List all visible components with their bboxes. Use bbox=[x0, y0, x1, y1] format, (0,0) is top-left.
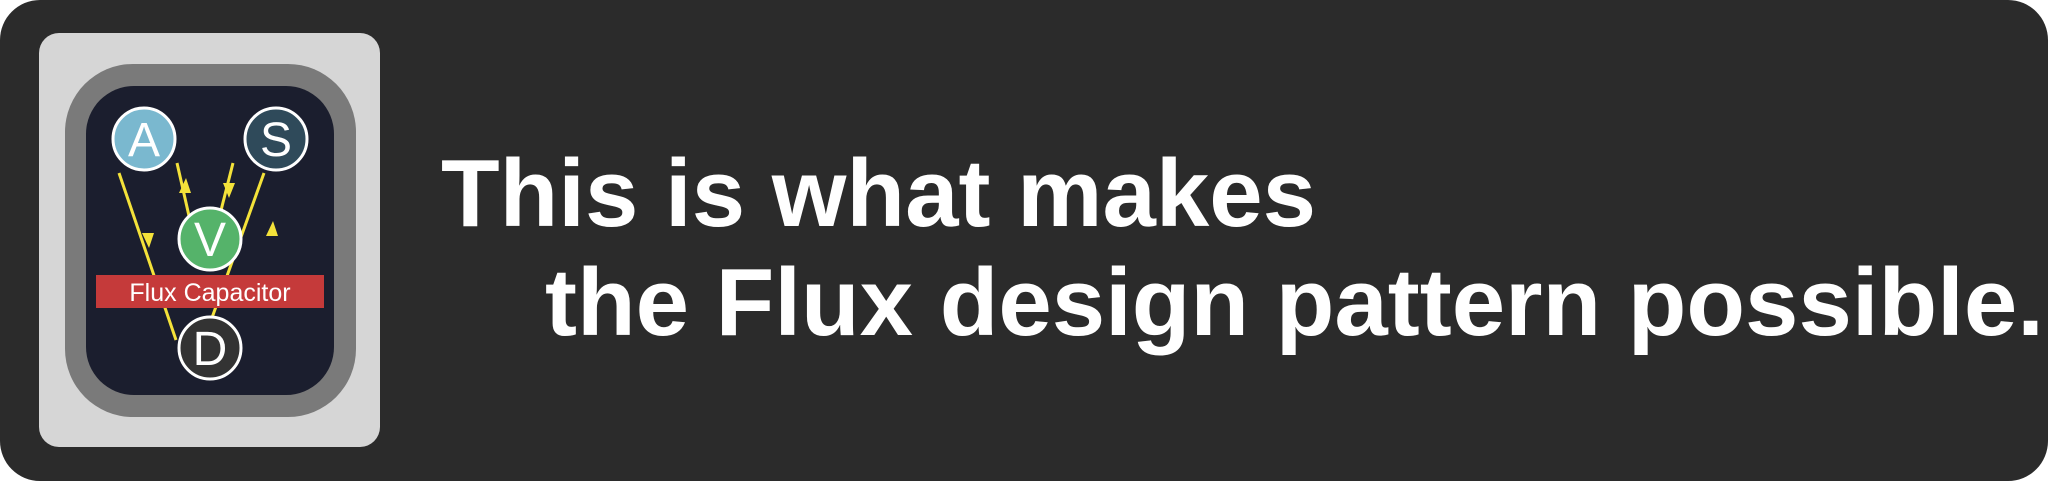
headline-line-2: the Flux design pattern possible. bbox=[545, 249, 2044, 356]
headline: This is what makes the Flux design patte… bbox=[0, 0, 2048, 481]
headline-line-1: This is what makes bbox=[441, 140, 1317, 247]
banner: A S V Flux Capacitor D This is what make… bbox=[0, 0, 2048, 481]
